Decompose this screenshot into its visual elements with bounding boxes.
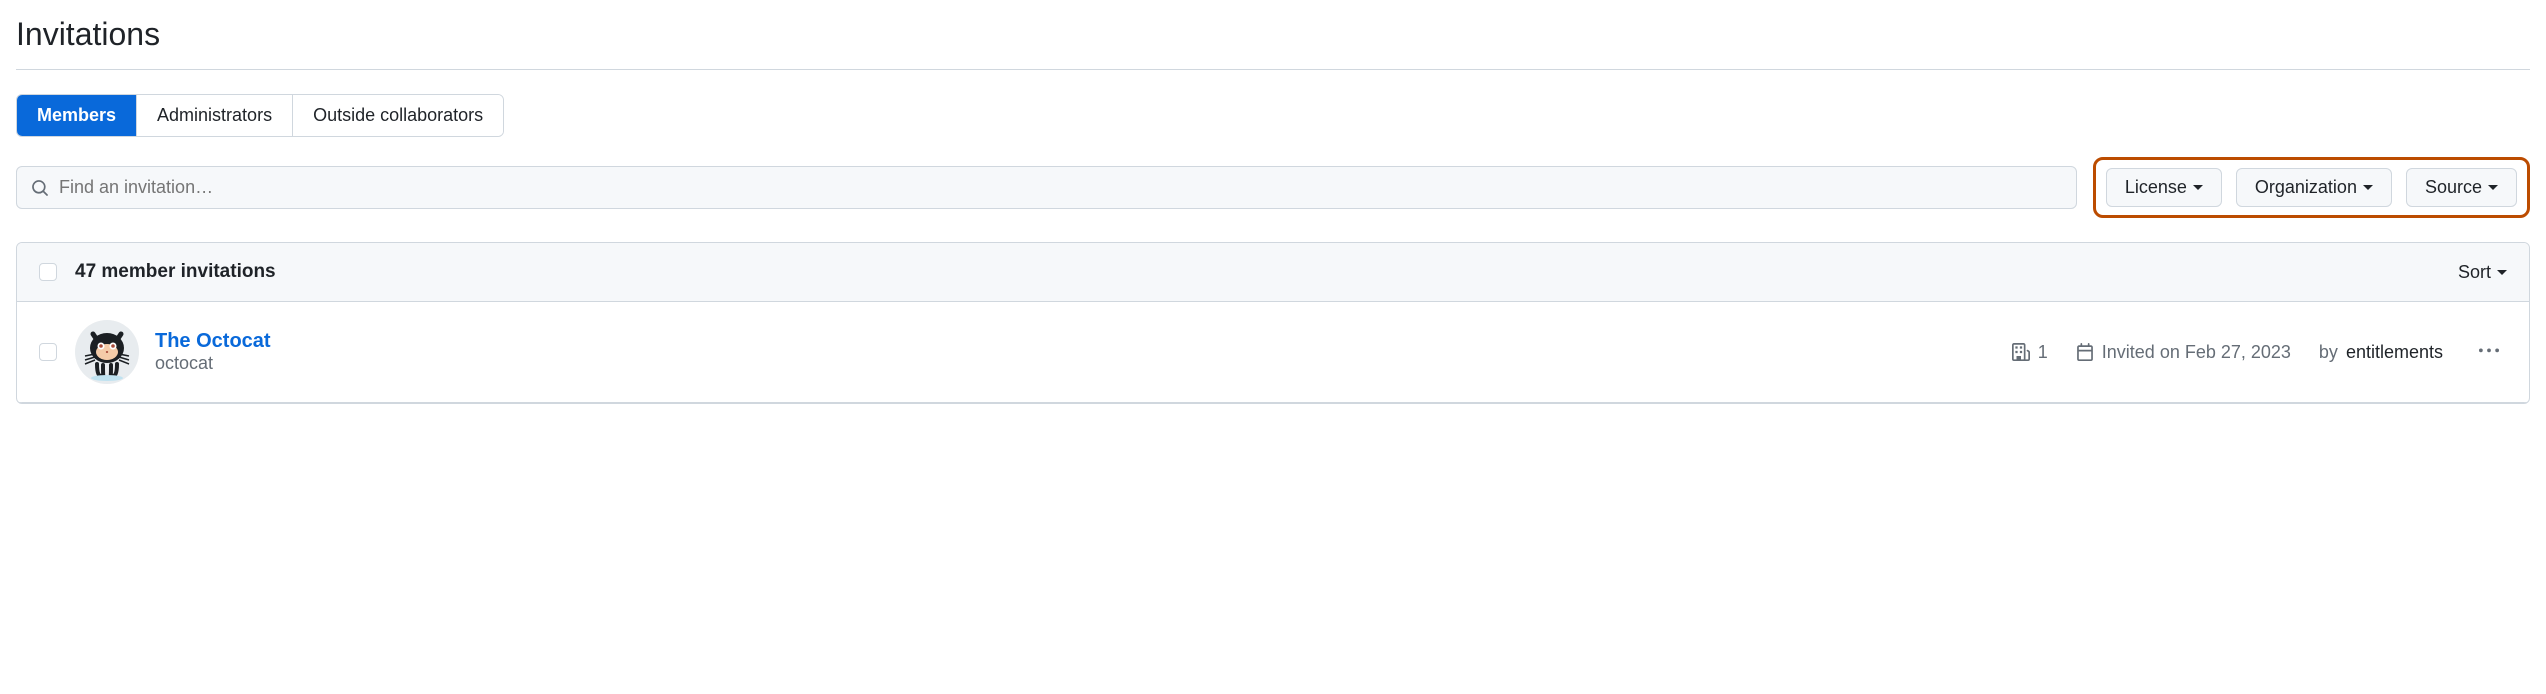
search-filter-row: License Organization Source	[16, 157, 2530, 218]
page-title: Invitations	[16, 16, 2530, 53]
row-meta: 1 Invited on Feb 27, 2023 by entitlement…	[2012, 342, 2443, 363]
filter-source-label: Source	[2425, 177, 2482, 198]
invited-text: Invited on Feb 27, 2023	[2102, 342, 2291, 363]
kebab-icon	[2479, 341, 2499, 361]
invited-date: Invited on Feb 27, 2023	[2076, 342, 2291, 363]
filter-group-highlighted: License Organization Source	[2093, 157, 2530, 218]
tabs-group: Members Administrators Outside collabora…	[16, 94, 504, 137]
table-row: The Octocat octocat 1 Invited on Feb 27,…	[17, 302, 2529, 403]
list-header: 47 member invitations Sort	[17, 243, 2529, 302]
caret-down-icon	[2363, 185, 2373, 190]
org-count-value: 1	[2038, 342, 2048, 363]
by-name: entitlements	[2346, 342, 2443, 363]
calendar-icon	[2076, 343, 2094, 361]
caret-down-icon	[2193, 185, 2203, 190]
caret-down-icon	[2497, 270, 2507, 275]
sort-label: Sort	[2458, 262, 2491, 283]
avatar	[75, 320, 139, 384]
select-all-checkbox[interactable]	[39, 263, 57, 281]
search-icon	[31, 179, 49, 197]
tab-members[interactable]: Members	[17, 95, 137, 136]
list-count-text: 47 member invitations	[75, 261, 276, 283]
filter-license[interactable]: License	[2106, 168, 2222, 207]
row-checkbox-col	[39, 343, 75, 361]
row-actions-button[interactable]	[2471, 333, 2507, 372]
tab-outside-collaborators[interactable]: Outside collaborators	[293, 95, 503, 136]
user-display-name[interactable]: The Octocat	[155, 330, 2012, 353]
user-info: The Octocat octocat	[155, 330, 2012, 374]
by-prefix: by	[2319, 342, 2338, 363]
sort-button[interactable]: Sort	[2458, 262, 2507, 283]
divider	[16, 69, 2530, 70]
caret-down-icon	[2488, 185, 2498, 190]
tab-administrators[interactable]: Administrators	[137, 95, 293, 136]
org-count: 1	[2012, 342, 2048, 363]
search-input[interactable]	[59, 177, 2062, 198]
row-checkbox[interactable]	[39, 343, 57, 361]
invitations-list: 47 member invitations Sort	[16, 242, 2530, 404]
user-login: octocat	[155, 353, 2012, 374]
list-header-left: 47 member invitations	[39, 261, 276, 283]
organization-icon	[2012, 343, 2030, 361]
search-wrap	[16, 166, 2077, 209]
filter-license-label: License	[2125, 177, 2187, 198]
octocat-icon	[75, 320, 139, 384]
invited-by: by entitlements	[2319, 342, 2443, 363]
filter-organization[interactable]: Organization	[2236, 168, 2392, 207]
filter-organization-label: Organization	[2255, 177, 2357, 198]
filter-source[interactable]: Source	[2406, 168, 2517, 207]
